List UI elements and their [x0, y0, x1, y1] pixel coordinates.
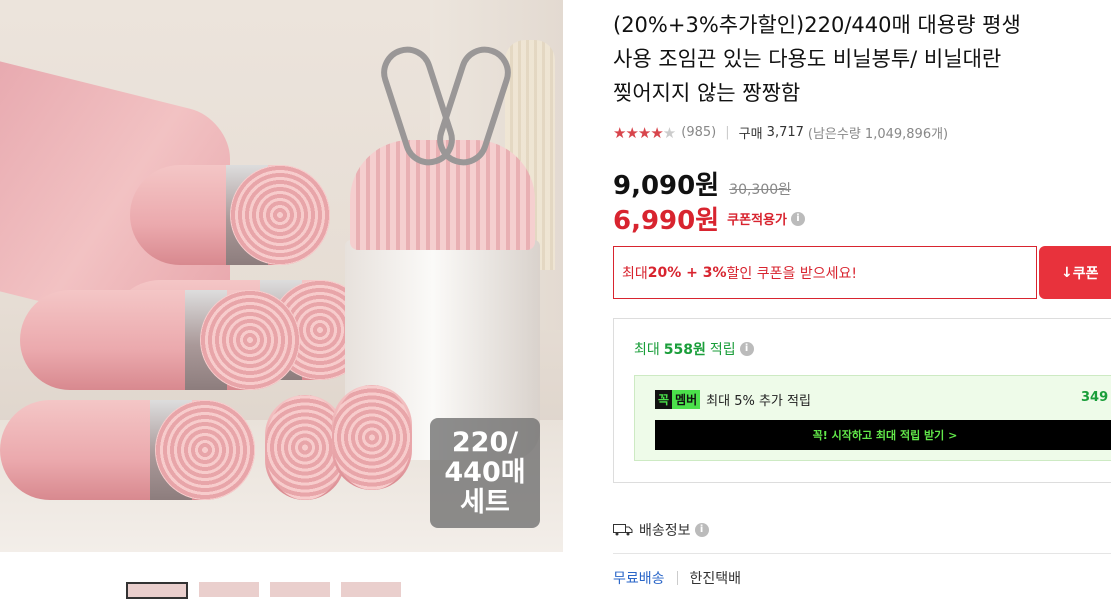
review-count-link[interactable]: (985) [681, 125, 716, 140]
current-price: 9,090원 [613, 171, 720, 201]
membership-amount: 349 [1081, 390, 1109, 405]
price-original-row: 9,090원 30,300원 [613, 165, 791, 202]
remaining-stock: (남은수량 1,049,896개) [807, 127, 949, 142]
divider [613, 553, 1111, 554]
download-icon: ↓ [1061, 264, 1073, 281]
coupon-download-button[interactable]: ↓ 쿠폰 [1039, 246, 1111, 299]
truck-icon [613, 524, 633, 536]
title-line: (20%+3%추가할인)220/440매 대용량 평생 [613, 13, 1021, 37]
shipping-info-row: 배송정보 i [613, 520, 709, 540]
membership-cta-button[interactable]: 꼭! 시작하고 최대 적립 받기 > [655, 420, 1111, 450]
courier-label: 한진택배 [689, 571, 742, 587]
badge-line: 세트 [460, 487, 510, 518]
product-main-image: 220/ 440매 세트 [0, 0, 563, 552]
membership-logo-icon: 꼭 멤버 [655, 390, 701, 409]
divider: | [725, 125, 730, 140]
purchase-count: 3,717 [766, 125, 804, 140]
coupon-price: 6,990원 [613, 206, 720, 236]
stars-filled: ★★★★ [613, 123, 664, 142]
bag-roll [332, 385, 412, 490]
membership-text: 최대 5% 추가 적립 [706, 394, 811, 409]
title-line: 찢어지지 않는 짱짱함 [613, 81, 801, 105]
bag-roll [0, 400, 255, 500]
badge-line: 220/ [451, 427, 519, 458]
shipping-options: 무료배송 한진택배 [613, 568, 741, 588]
thumbnail[interactable] [126, 582, 188, 599]
thumbnail[interactable] [270, 582, 330, 597]
thumbnail[interactable] [341, 582, 401, 597]
free-shipping-label: 무료배송 [613, 571, 665, 587]
membership-box: 꼭 멤버 최대 5% 추가 적립 349 꼭! 시작하고 최대 적립 받기 > [634, 375, 1111, 461]
star-rating: ★★★★★ [613, 123, 676, 142]
stars-empty: ★ [662, 123, 676, 142]
coupon-button-label: 쿠폰 [1072, 265, 1099, 282]
reward-suffix: 적립 [709, 342, 736, 358]
product-info: (20%+3%추가할인)220/440매 대용량 평생 사용 조임끈 있는 다용… [613, 0, 1111, 597]
coupon-text-prefix: 최대 [622, 265, 648, 282]
membership-row: 꼭 멤버 최대 5% 추가 적립 [655, 390, 811, 409]
purchase-label: 구매 [738, 127, 763, 142]
coupon-text-suffix: 할인 쿠폰을 받으세요! [726, 265, 857, 282]
rating-row: ★★★★★ (985) | 구매 3,717 (남은수량 1,049,896개) [613, 123, 949, 143]
info-icon[interactable]: i [694, 523, 709, 537]
logo-part: 멤버 [672, 390, 701, 409]
thumbnail[interactable] [199, 582, 259, 597]
badge-line: 440매 [444, 457, 526, 488]
info-icon[interactable]: i [739, 342, 754, 356]
bag-roll [20, 290, 300, 390]
title-line: 사용 조임끈 있는 다용도 비닐봉투/ 비닐대란 [613, 47, 1002, 71]
logo-part: 꼭 [655, 390, 673, 409]
reward-box: 최대 558원 적립 i 꼭 멤버 최대 5% 추가 적립 349 꼭! 시작하고… [613, 318, 1111, 483]
product-title: (20%+3%추가할인)220/440매 대용량 평생 사용 조임끈 있는 다용… [613, 8, 1111, 110]
coupon-text-bold: 20% + 3% [647, 264, 727, 281]
strikethrough-price: 30,300원 [729, 182, 792, 198]
reward-amount: 558원 [663, 342, 706, 358]
reward-summary: 최대 558원 적립 i [634, 339, 754, 359]
price-sale-row: 6,990원 쿠폰적용가 i [613, 200, 805, 237]
bag-roll [130, 165, 330, 265]
shipping-label: 배송정보 [639, 523, 691, 539]
reward-prefix: 최대 [634, 342, 660, 358]
info-icon[interactable]: i [790, 211, 805, 226]
image-badge: 220/ 440매 세트 [430, 418, 540, 528]
divider [676, 571, 678, 585]
thumbnail-strip [126, 582, 401, 599]
coupon-price-label: 쿠폰적용가 [727, 213, 787, 228]
coupon-banner[interactable]: 최대 20% + 3% 할인 쿠폰을 받으세요! [613, 246, 1037, 299]
